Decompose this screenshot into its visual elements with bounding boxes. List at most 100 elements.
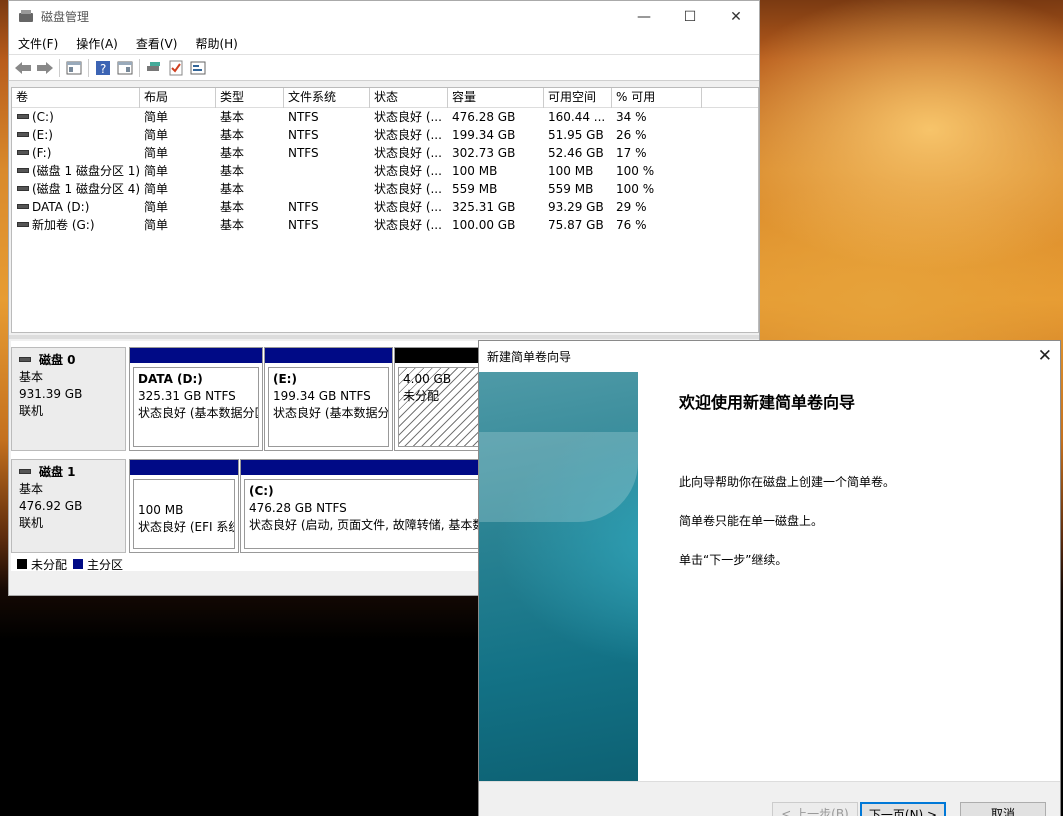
table-row[interactable]: 新加卷 (G:) 简单 基本 NTFS 状态良好 (... 100.00 GB 75.87 … bbox=[12, 216, 758, 234]
wizard-title-bar[interactable]: 新建简单卷向导 ✕ bbox=[479, 341, 1060, 371]
cell-text: 302.73 GB bbox=[452, 146, 516, 160]
column-header-capacity[interactable]: 容量 bbox=[448, 88, 544, 108]
cell-capacity: 476.28 GB bbox=[448, 108, 544, 126]
wizard-footer: < 上一步(B) 下一页(N) > 取消 bbox=[479, 781, 1060, 816]
cell-type: 基本 bbox=[216, 144, 284, 162]
cell-type: 基本 bbox=[216, 216, 284, 234]
back-icon[interactable] bbox=[12, 58, 34, 78]
cell-free-space: 93.29 GB bbox=[544, 198, 612, 216]
cell-text: 状态良好 (... bbox=[374, 218, 442, 232]
legend-label-unallocated: 未分配 bbox=[31, 557, 68, 572]
toolbar-separator bbox=[139, 58, 140, 77]
minimize-button[interactable]: — bbox=[621, 1, 667, 32]
drive-icon bbox=[17, 186, 29, 191]
cell-layout: 简单 bbox=[140, 198, 216, 216]
menu-help[interactable]: 帮助(H) bbox=[186, 35, 246, 52]
partition-size: 199.34 GB NTFS bbox=[273, 389, 371, 403]
column-header-filesystem[interactable]: 文件系统 bbox=[284, 88, 370, 108]
toolbar: ? bbox=[9, 54, 759, 81]
table-row[interactable]: (F:) 简单 基本 NTFS 状态良好 (... 302.73 GB 52.46 GB 17… bbox=[12, 144, 758, 162]
cell-text: 199.34 GB bbox=[452, 128, 516, 142]
cell-filesystem: NTFS bbox=[284, 198, 370, 216]
menu-file[interactable]: 文件(F) bbox=[9, 35, 67, 52]
column-header-percent-free[interactable]: % 可用 bbox=[612, 88, 702, 108]
partition-data-d[interactable]: DATA (D:) 325.31 GB NTFS 状态良好 (基本数据分区) bbox=[129, 347, 263, 451]
cell-text: 简单 bbox=[144, 200, 169, 214]
cell-text: 基本 bbox=[220, 110, 245, 124]
disk-type: 基本 bbox=[19, 370, 44, 384]
table-row[interactable]: (磁盘 1 磁盘分区 1) 简单 基本 状态良好 (... 100 MB 100 MB 10… bbox=[12, 162, 758, 180]
cell-text: 160.44 ... bbox=[548, 110, 606, 124]
cell-text: NTFS bbox=[288, 200, 319, 214]
menu-action[interactable]: 操作(A) bbox=[67, 35, 127, 52]
wizard-close-button[interactable]: ✕ bbox=[1038, 346, 1052, 366]
close-button[interactable]: ✕ bbox=[713, 1, 759, 32]
cell-filesystem bbox=[284, 180, 370, 198]
cell-free-space: 75.87 GB bbox=[544, 216, 612, 234]
column-header-layout[interactable]: 布局 bbox=[140, 88, 216, 108]
title-bar[interactable]: 磁盘管理 — ☐ ✕ bbox=[9, 1, 759, 32]
wizard-heading: 欢迎使用新建简单卷向导 bbox=[679, 393, 856, 412]
partition-efi[interactable]: 100 MB 状态良好 (EFI 系统分区) bbox=[129, 459, 239, 553]
cell-text: 状态良好 (... bbox=[374, 146, 442, 160]
cell-text: 状态良好 (... bbox=[374, 164, 442, 178]
partition-size: 4.00 GB bbox=[403, 372, 452, 386]
toolbar-separator bbox=[59, 58, 60, 77]
table-row[interactable]: (磁盘 1 磁盘分区 4) 简单 基本 状态良好 (... 559 MB 559 MB 10… bbox=[12, 180, 758, 198]
wizard-paragraph: 简单卷只能在单一磁盘上。 bbox=[679, 514, 824, 528]
check-icon[interactable] bbox=[165, 58, 187, 78]
disk-0-label[interactable]: 磁盘 0 基本 931.39 GB 联机 bbox=[11, 347, 126, 451]
cell-volume: (F:) bbox=[12, 144, 140, 162]
disk-icon[interactable] bbox=[143, 58, 165, 78]
table-row[interactable]: (C:) 简单 基本 NTFS 状态良好 (... 476.28 GB 160.44 ...… bbox=[12, 108, 758, 126]
table-row[interactable]: (E:) 简单 基本 NTFS 状态良好 (... 199.34 GB 51.95 GB 26… bbox=[12, 126, 758, 144]
cell-text: 简单 bbox=[144, 218, 169, 232]
cell-text: 100 % bbox=[616, 182, 655, 196]
help-icon[interactable]: ? bbox=[92, 58, 114, 78]
cell-text: NTFS bbox=[288, 146, 319, 160]
volume-list: 卷 布局 类型 文件系统 状态 容量 可用空间 % 可用 (C:) 简单 基本 NTF… bbox=[11, 87, 759, 333]
cell-layout: 简单 bbox=[140, 180, 216, 198]
cell-percent-free: 100 % bbox=[612, 180, 702, 198]
partition-e[interactable]: (E:) 199.34 GB NTFS 状态良好 (基本数据分区) bbox=[264, 347, 393, 451]
pane-splitter[interactable] bbox=[9, 335, 759, 339]
column-header-volume[interactable]: 卷 bbox=[12, 88, 140, 108]
wizard-paragraph: 单击“下一步”继续。 bbox=[679, 553, 788, 567]
cancel-button[interactable]: 取消 bbox=[960, 802, 1046, 816]
drive-icon bbox=[17, 204, 29, 209]
cell-text: 状态良好 (... bbox=[374, 200, 442, 214]
view-icon[interactable] bbox=[114, 58, 136, 78]
disk-name: 磁盘 1 bbox=[39, 465, 76, 479]
disk-type: 基本 bbox=[19, 482, 44, 496]
cell-volume: (磁盘 1 磁盘分区 4) bbox=[12, 180, 140, 198]
settings-icon[interactable] bbox=[187, 58, 209, 78]
properties-icon[interactable] bbox=[63, 58, 85, 78]
menu-view[interactable]: 查看(V) bbox=[127, 35, 187, 52]
disk-status: 联机 bbox=[19, 404, 44, 418]
cell-text: 简单 bbox=[144, 164, 169, 178]
cell-text: 476.28 GB bbox=[452, 110, 516, 124]
column-header-free-space[interactable]: 可用空间 bbox=[544, 88, 612, 108]
maximize-button[interactable]: ☐ bbox=[667, 1, 713, 32]
cell-layout: 简单 bbox=[140, 144, 216, 162]
column-header-status[interactable]: 状态 bbox=[370, 88, 448, 108]
cell-text: (C:) bbox=[32, 110, 54, 124]
cell-status: 状态良好 (... bbox=[370, 162, 448, 180]
cell-type: 基本 bbox=[216, 198, 284, 216]
cell-text: NTFS bbox=[288, 110, 319, 124]
partition-unallocated[interactable]: 4.00 GB 未分配 bbox=[394, 347, 484, 451]
forward-icon[interactable] bbox=[34, 58, 56, 78]
cell-text: (磁盘 1 磁盘分区 4) bbox=[32, 182, 140, 196]
next-button[interactable]: 下一页(N) > bbox=[860, 802, 946, 816]
cell-status: 状态良好 (... bbox=[370, 126, 448, 144]
disk-1-label[interactable]: 磁盘 1 基本 476.92 GB 联机 bbox=[11, 459, 126, 553]
cell-layout: 简单 bbox=[140, 162, 216, 180]
cell-text: 100 % bbox=[616, 164, 655, 178]
column-header-type[interactable]: 类型 bbox=[216, 88, 284, 108]
cell-text: 100 MB bbox=[452, 164, 498, 178]
cell-text: 34 % bbox=[616, 110, 647, 124]
back-button[interactable]: < 上一步(B) bbox=[772, 802, 858, 816]
cell-percent-free: 29 % bbox=[612, 198, 702, 216]
cell-status: 状态良好 (... bbox=[370, 144, 448, 162]
table-row[interactable]: DATA (D:) 简单 基本 NTFS 状态良好 (... 325.31 GB 93.29… bbox=[12, 198, 758, 216]
